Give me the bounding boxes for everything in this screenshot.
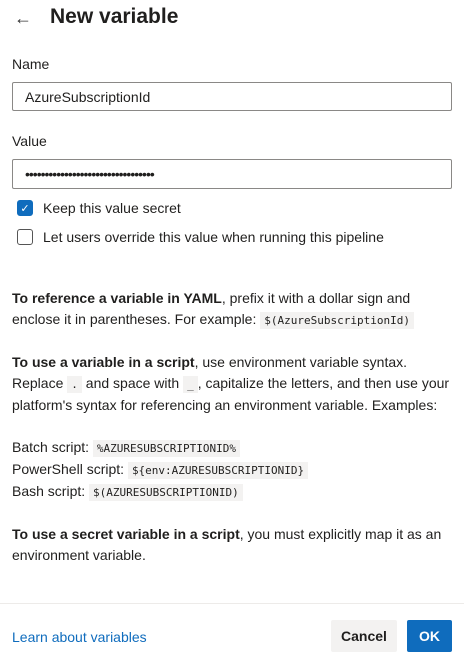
bash-label: Bash script: bbox=[12, 483, 90, 499]
ps-code: ${env:AZURESUBSCRIPTIONID} bbox=[127, 462, 309, 479]
value-label: Value bbox=[12, 133, 47, 149]
cancel-button[interactable]: Cancel bbox=[331, 620, 397, 652]
secret-bold: To use a secret variable in a script bbox=[12, 526, 240, 542]
keep-secret-checkbox[interactable]: ✓ Keep this value secret bbox=[17, 200, 181, 216]
help-text: To reference a variable in YAML, prefix … bbox=[12, 288, 452, 587]
script-bold: To use a variable in a script bbox=[12, 354, 195, 370]
checkmark-icon: ✓ bbox=[17, 200, 33, 216]
batch-code: %AZURESUBSCRIPTIONID% bbox=[92, 440, 240, 457]
yaml-bold: To reference a variable in YAML bbox=[12, 290, 222, 306]
keep-secret-label: Keep this value secret bbox=[43, 200, 181, 216]
script-text: and space with bbox=[81, 375, 184, 391]
batch-label: Batch script: bbox=[12, 439, 93, 455]
back-arrow-icon[interactable]: ← bbox=[14, 8, 32, 29]
yaml-code: $(AzureSubscriptionId) bbox=[260, 312, 414, 329]
allow-override-label: Let users override this value when runni… bbox=[43, 229, 384, 245]
ps-label: PowerShell script: bbox=[12, 461, 128, 477]
dot-code: . bbox=[67, 376, 82, 393]
checkbox-box bbox=[17, 229, 33, 245]
underscore-code: _ bbox=[183, 376, 198, 393]
yaml-help: To reference a variable in YAML, prefix … bbox=[12, 288, 452, 331]
ok-button[interactable]: OK bbox=[407, 620, 452, 652]
examples: Batch script: %AZURESUBSCRIPTIONID% Powe… bbox=[12, 437, 452, 503]
page-title: New variable bbox=[50, 5, 179, 28]
bash-code: $(AZURESUBSCRIPTIONID) bbox=[89, 484, 243, 501]
secret-help: To use a secret variable in a script, yo… bbox=[12, 524, 452, 566]
name-label: Name bbox=[12, 56, 50, 72]
name-input[interactable]: AzureSubscriptionId bbox=[12, 82, 452, 111]
script-help: To use a variable in a script, use envir… bbox=[12, 352, 452, 416]
value-input[interactable]: ••••••••••••••••••••••••••••••••• bbox=[12, 159, 452, 189]
footer-divider bbox=[0, 603, 464, 604]
allow-override-checkbox[interactable]: Let users override this value when runni… bbox=[17, 229, 384, 245]
learn-variables-link[interactable]: Learn about variables bbox=[12, 629, 147, 645]
